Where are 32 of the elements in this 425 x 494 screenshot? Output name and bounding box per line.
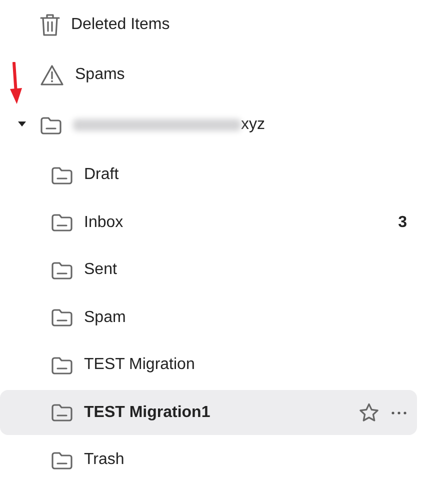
folder-row[interactable]: Spam — [0, 295, 417, 340]
folder-label: Trash — [84, 450, 124, 470]
folder-label: TEST Migration1 — [84, 402, 210, 422]
folder-label: Spam — [84, 308, 126, 328]
folder-label: Sent — [84, 260, 117, 280]
star-icon[interactable] — [359, 403, 379, 422]
folder-row[interactable]: Trash — [0, 438, 417, 482]
folder-icon — [51, 356, 73, 374]
annotation-arrow — [9, 62, 23, 106]
folder-row[interactable]: Inbox 3 — [0, 200, 417, 245]
folder-icon — [51, 166, 73, 184]
folder-icon — [51, 308, 73, 327]
folder-label: Draft — [84, 165, 119, 185]
folder-icon — [51, 213, 73, 232]
account-label[interactable]: xyz — [241, 113, 265, 137]
more-icon[interactable] — [391, 410, 407, 414]
folder-label[interactable]: Spams — [75, 63, 125, 87]
folder-row[interactable]: TEST Migration1 — [0, 390, 417, 435]
folder-icon — [51, 403, 73, 422]
warning-icon — [40, 64, 64, 86]
folder-icon — [51, 450, 73, 470]
folder-row[interactable]: Draft — [0, 152, 417, 198]
folder-icon — [51, 260, 73, 280]
folder-row[interactable]: TEST Migration — [0, 342, 417, 388]
unread-count: 3 — [398, 212, 407, 232]
folder-icon — [40, 116, 62, 134]
folder-label: Inbox — [84, 212, 124, 232]
trash-icon — [40, 13, 60, 37]
folder-row[interactable]: Sent — [0, 248, 417, 292]
caret-icon[interactable] — [17, 120, 27, 128]
folder-label: TEST Migration — [84, 355, 195, 375]
folder-label[interactable]: Deleted Items — [71, 13, 170, 37]
